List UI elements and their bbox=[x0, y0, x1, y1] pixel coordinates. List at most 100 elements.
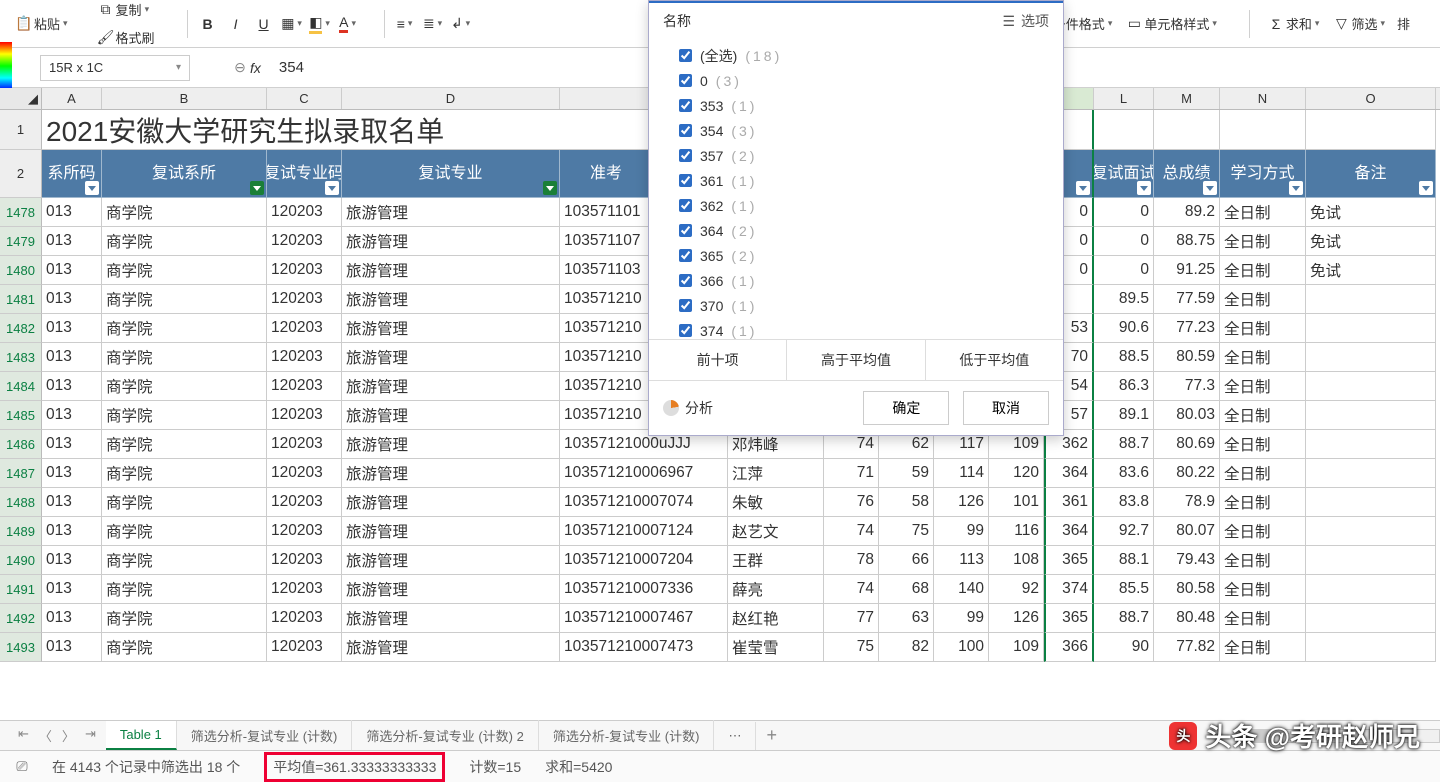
cell[interactable]: 80.03 bbox=[1154, 401, 1220, 430]
cell[interactable]: 75 bbox=[824, 633, 879, 662]
cell[interactable]: 013 bbox=[42, 488, 102, 517]
cell[interactable]: 99 bbox=[934, 604, 989, 633]
filter-item-list[interactable]: (全选) (18) 0 (3) 353 (1) 354 (3) 357 (2) … bbox=[649, 39, 1063, 339]
filter-checkbox[interactable] bbox=[679, 149, 692, 162]
cell[interactable]: 77.3 bbox=[1154, 372, 1220, 401]
name-box[interactable]: 15R x 1C▾ bbox=[40, 55, 190, 81]
cell[interactable]: 免试 bbox=[1306, 227, 1436, 256]
cell[interactable]: 崔莹雪 bbox=[728, 633, 824, 662]
filter-icon[interactable] bbox=[325, 181, 339, 195]
cell[interactable]: 83.8 bbox=[1094, 488, 1154, 517]
cell[interactable]: 商学院 bbox=[102, 198, 267, 227]
cell[interactable]: 全日制 bbox=[1220, 488, 1306, 517]
underline-button[interactable]: U bbox=[254, 14, 274, 34]
cell[interactable]: 全日制 bbox=[1220, 546, 1306, 575]
cell[interactable]: 013 bbox=[42, 343, 102, 372]
tab-next-icon[interactable]: 〉 bbox=[62, 726, 75, 745]
cell[interactable]: 商学院 bbox=[102, 604, 267, 633]
sheet-tab-3[interactable]: 筛选分析-复试专业 (计数) 2 bbox=[352, 720, 538, 751]
cell[interactable]: 88.5 bbox=[1094, 343, 1154, 372]
cell[interactable]: 朱敏 bbox=[728, 488, 824, 517]
cell[interactable]: 83.6 bbox=[1094, 459, 1154, 488]
filter-icon[interactable] bbox=[543, 181, 557, 195]
hdr-major-code[interactable]: 复试专业码 bbox=[267, 150, 342, 198]
cell[interactable] bbox=[1306, 343, 1436, 372]
filter-item[interactable]: 362 (1) bbox=[679, 193, 1049, 218]
cell[interactable]: 旅游管理 bbox=[342, 198, 560, 227]
cell[interactable]: 80.48 bbox=[1154, 604, 1220, 633]
cell[interactable]: 76 bbox=[824, 488, 879, 517]
cell-style-button[interactable]: ▭单元格样式 bbox=[1118, 10, 1223, 38]
filter-item[interactable]: 0 (3) bbox=[679, 68, 1049, 93]
cell[interactable]: 74 bbox=[824, 575, 879, 604]
cell[interactable]: 全日制 bbox=[1220, 256, 1306, 285]
cell[interactable]: 91.25 bbox=[1154, 256, 1220, 285]
filter-checkbox[interactable] bbox=[679, 99, 692, 112]
cell[interactable]: 71 bbox=[824, 459, 879, 488]
sort-button[interactable]: 排 bbox=[1391, 10, 1416, 37]
cell[interactable]: 商学院 bbox=[102, 401, 267, 430]
hdr-total[interactable]: 总成绩 bbox=[1154, 150, 1220, 198]
cell[interactable] bbox=[1306, 546, 1436, 575]
cell[interactable]: 78 bbox=[824, 546, 879, 575]
zoom-out-icon[interactable]: ⊖ bbox=[230, 58, 250, 78]
col-A[interactable]: A bbox=[42, 88, 102, 109]
cell[interactable]: 薛亮 bbox=[728, 575, 824, 604]
cell[interactable] bbox=[1306, 372, 1436, 401]
cell[interactable]: 旅游管理 bbox=[342, 575, 560, 604]
col-C[interactable]: C bbox=[267, 88, 342, 109]
cell[interactable]: 74 bbox=[824, 517, 879, 546]
filter-checkbox[interactable] bbox=[679, 74, 692, 87]
cell[interactable]: 全日制 bbox=[1220, 401, 1306, 430]
row-header[interactable]: 1490 bbox=[0, 546, 42, 575]
cell[interactable] bbox=[1306, 314, 1436, 343]
sum-button[interactable]: Σ求和 bbox=[1260, 10, 1326, 38]
cell[interactable]: 366 bbox=[1044, 633, 1094, 662]
cell[interactable]: 80.22 bbox=[1154, 459, 1220, 488]
col-O[interactable]: O bbox=[1306, 88, 1436, 109]
cell[interactable]: 103571210007204 bbox=[560, 546, 728, 575]
cell[interactable]: 365 bbox=[1044, 604, 1094, 633]
cell[interactable]: 120203 bbox=[267, 401, 342, 430]
select-all-corner[interactable]: ◢ bbox=[0, 88, 42, 109]
cell[interactable] bbox=[1306, 401, 1436, 430]
cell[interactable]: 92 bbox=[989, 575, 1044, 604]
row-header[interactable]: 1478 bbox=[0, 198, 42, 227]
cell[interactable]: 120203 bbox=[267, 430, 342, 459]
cell[interactable]: 王群 bbox=[728, 546, 824, 575]
cell[interactable]: 全日制 bbox=[1220, 314, 1306, 343]
cell[interactable]: 旅游管理 bbox=[342, 285, 560, 314]
hdr-interview[interactable]: 复试面试 bbox=[1094, 150, 1154, 198]
cell[interactable]: 全日制 bbox=[1220, 575, 1306, 604]
cell[interactable]: 86.3 bbox=[1094, 372, 1154, 401]
filter-checkbox[interactable] bbox=[679, 224, 692, 237]
cell[interactable]: 商学院 bbox=[102, 372, 267, 401]
filter-checkbox[interactable] bbox=[679, 174, 692, 187]
cell[interactable]: 013 bbox=[42, 517, 102, 546]
cell[interactable]: 364 bbox=[1044, 517, 1094, 546]
analyze-button[interactable]: 分析 bbox=[663, 398, 713, 418]
cell[interactable]: 013 bbox=[42, 401, 102, 430]
cell[interactable]: 商学院 bbox=[102, 227, 267, 256]
row-header[interactable]: 1487 bbox=[0, 459, 42, 488]
filter-item[interactable]: 370 (1) bbox=[679, 293, 1049, 318]
cell[interactable]: 108 bbox=[989, 546, 1044, 575]
cell[interactable]: 全日制 bbox=[1220, 285, 1306, 314]
cell[interactable]: 68 bbox=[879, 575, 934, 604]
cell[interactable]: 旅游管理 bbox=[342, 459, 560, 488]
cell[interactable]: 旅游管理 bbox=[342, 401, 560, 430]
cell[interactable]: 120203 bbox=[267, 604, 342, 633]
cell[interactable]: 90 bbox=[1094, 633, 1154, 662]
cell[interactable]: 103571210006967 bbox=[560, 459, 728, 488]
cell[interactable]: 赵红艳 bbox=[728, 604, 824, 633]
cell[interactable]: 120203 bbox=[267, 517, 342, 546]
cell[interactable]: 013 bbox=[42, 285, 102, 314]
add-sheet-button[interactable]: + bbox=[756, 725, 787, 746]
filter-checkbox[interactable] bbox=[679, 324, 692, 337]
cell[interactable] bbox=[1306, 459, 1436, 488]
cell[interactable] bbox=[1306, 285, 1436, 314]
hdr-dept-code[interactable]: 系所码 bbox=[42, 150, 102, 198]
cell[interactable]: 80.69 bbox=[1154, 430, 1220, 459]
filter-checkbox[interactable] bbox=[679, 274, 692, 287]
cell[interactable]: 92.7 bbox=[1094, 517, 1154, 546]
